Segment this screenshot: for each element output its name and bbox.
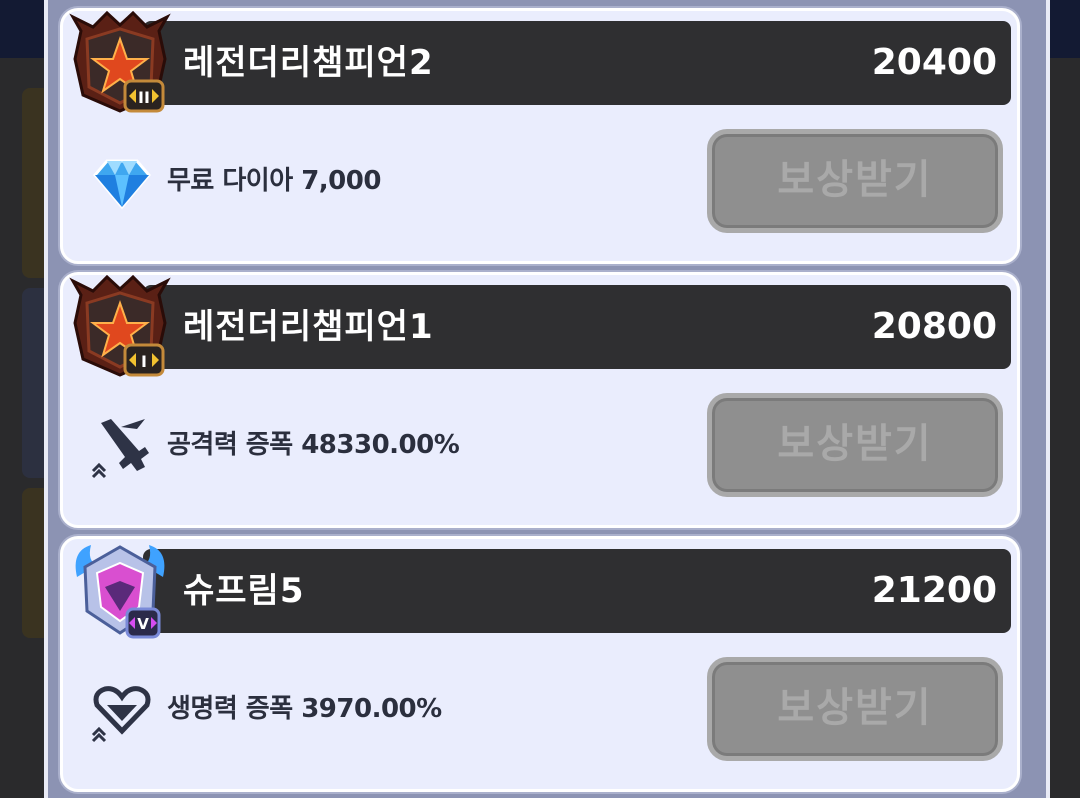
tier-score: 20400 [871,42,997,83]
tier-name: 슈프림5 [183,571,305,611]
tier-name: 레전더리챔피언2 [183,43,434,83]
claim-reward-button[interactable]: 보상받기 [707,393,1003,497]
supreme-emblem-icon: V [75,545,165,639]
reward-card: V 슈프림5 21200 생명력 증폭 3970.00% 보상받기 [60,536,1020,792]
reward-text: 무료 다이아 7,000 [167,166,381,196]
emblem-badge-text: V [137,615,149,633]
reward-card: II 레전더리챔피언2 20400 무료 다이아 7,000 보상받기 [60,8,1020,264]
legendary-champion-emblem-icon: II [69,10,171,113]
attack-boost-icon [91,419,149,479]
tier-score: 20800 [871,306,997,347]
tier-name: 레전더리챔피언1 [183,307,434,347]
reward-card: I 레전더리챔피언1 20800 공격력 증폭 48330.00% 보상받기 [60,272,1020,528]
reward-text: 생명력 증폭 3970.00% [167,694,442,724]
claim-reward-button[interactable]: 보상받기 [707,657,1003,761]
claim-reward-button[interactable]: 보상받기 [707,129,1003,233]
health-boost-icon [91,686,151,743]
tier-score: 21200 [871,570,997,611]
diamond-icon [93,159,151,210]
legendary-champion-emblem-icon: I [69,274,171,377]
emblem-badge-text: II [138,88,150,107]
emblem-badge-text: I [141,352,147,371]
reward-text: 공격력 증폭 48330.00% [167,430,460,460]
